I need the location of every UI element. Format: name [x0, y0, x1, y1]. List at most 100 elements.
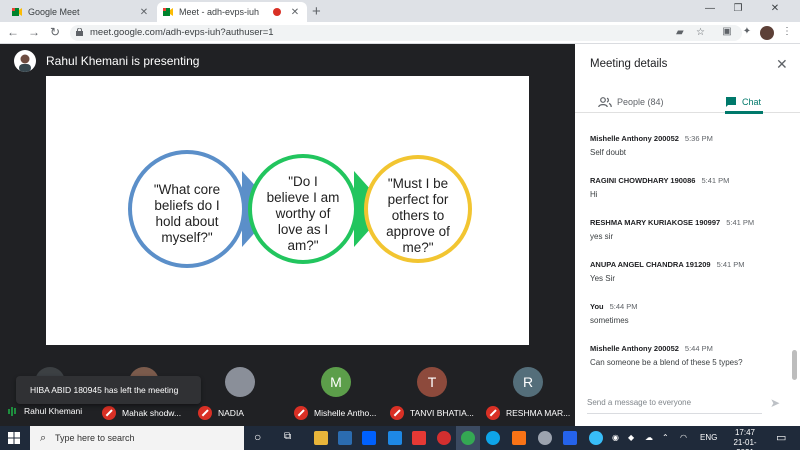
app-icon-3[interactable]: [538, 431, 552, 445]
edge-icon[interactable]: [486, 431, 500, 445]
app-icon-4[interactable]: [589, 431, 603, 445]
slide-graphic: "What core beliefs do Ihold about myself?"…: [128, 150, 472, 268]
tab-close-icon[interactable]: ✕: [138, 7, 150, 18]
extensions-puzzle-icon[interactable]: ✦: [740, 26, 754, 40]
app-icon[interactable]: [388, 431, 402, 445]
tray-icon[interactable]: ◉: [612, 433, 619, 442]
message-text: Can someone be a blend of these 5 types?: [590, 358, 743, 367]
bookmark-star-icon[interactable]: ☆: [696, 27, 705, 38]
opera-icon[interactable]: [437, 431, 451, 445]
wifi-icon[interactable]: ◠: [680, 433, 687, 442]
chat-message: RAGINI CHOWDHARY 190086 5:41 PM Hi: [590, 176, 785, 199]
show-hidden-icons-icon[interactable]: ⌃: [662, 433, 669, 442]
mail-icon[interactable]: [412, 431, 426, 445]
participant-tile[interactable]: T: [406, 367, 458, 397]
avatar: [225, 367, 255, 397]
message-text: yes sir: [590, 232, 614, 241]
participant-name: Rahul Khemani: [24, 406, 83, 416]
tab-chat[interactable]: Chat: [725, 93, 761, 111]
message-text: sometimes: [590, 316, 629, 325]
message-text: Yes Sir: [590, 274, 616, 283]
compose-underline: [587, 413, 762, 414]
chrome-icon[interactable]: [461, 431, 475, 445]
participant-tile[interactable]: R: [502, 367, 554, 397]
message-time: 5:44 PM: [684, 344, 713, 353]
message-sender: RAGINI CHOWDHARY 190086: [590, 176, 696, 185]
presenter-header: Rahul Khemani is presenting: [14, 50, 199, 72]
participant-name: TANVI BHATIA...: [410, 408, 474, 418]
participant-name: RESHMA MAR...: [506, 408, 571, 418]
message-text: Self doubt: [590, 148, 627, 157]
language-indicator[interactable]: ENG: [700, 433, 717, 442]
mic-muted-icon: [198, 406, 212, 420]
file-explorer-icon[interactable]: [314, 431, 328, 445]
participant-names-row: Rahul Khemani Mahak shodw... NADIA Mishe…: [0, 403, 575, 423]
message-time: 5:41 PM: [726, 218, 755, 227]
notifications-icon[interactable]: ▭: [776, 431, 786, 444]
task-view-icon[interactable]: ⧉: [284, 431, 291, 442]
avatar: T: [417, 367, 447, 397]
taskbar-search[interactable]: ⌕ Type here to search: [30, 426, 244, 450]
avatar: R: [513, 367, 543, 397]
system-clock[interactable]: 17:47 21-01-2021: [725, 428, 765, 450]
left-meeting-toast: HIBA ABID 180945 has left the meeting: [16, 376, 201, 404]
tab-title: Google Meet: [28, 7, 80, 17]
clock-date: 21-01-2021: [733, 438, 757, 450]
close-window-icon[interactable]: ✕: [765, 3, 785, 14]
tray-icon[interactable]: ◆: [628, 433, 634, 442]
participant-name-item: TANVI BHATIA...: [390, 406, 474, 420]
tab-people[interactable]: People (84): [598, 93, 664, 111]
cortana-icon[interactable]: ○: [254, 430, 261, 444]
browser-tab-google-meet[interactable]: Google Meet ✕: [6, 2, 156, 22]
forward-icon[interactable]: →: [27, 25, 41, 39]
minimize-icon[interactable]: —: [700, 3, 720, 14]
taskbar-search-placeholder: Type here to search: [55, 433, 135, 443]
store-icon[interactable]: [338, 431, 352, 445]
url-text: meet.google.com/adh-evps-iuh?authuser=1: [90, 27, 274, 38]
chat-message: Mishelle Anthony 200052 5:44 PM Can someo…: [590, 344, 785, 367]
close-panel-icon[interactable]: ✕: [776, 56, 788, 73]
dropbox-icon[interactable]: [362, 431, 376, 445]
mic-muted-icon: [102, 406, 116, 420]
app-icon-2[interactable]: [512, 431, 526, 445]
onedrive-icon[interactable]: ☁: [645, 433, 653, 442]
message-sender: Mishelle Anthony 200052: [590, 134, 679, 143]
message-sender: You: [590, 302, 604, 311]
windows-start-icon[interactable]: [8, 432, 20, 444]
meeting-details-panel: Meeting details ✕ People (84) Chat Mishe…: [575, 44, 800, 426]
windows-taskbar: ⌕ Type here to search ○ ⧉ ◉ ◆ ☁ ⌃ ◠ ENG …: [0, 426, 800, 450]
extension-icon[interactable]: ▣: [720, 26, 734, 40]
participant-name-item: Mishelle Antho...: [294, 406, 376, 420]
profile-avatar[interactable]: [760, 26, 774, 40]
participant-name-item: Mahak shodw...: [102, 406, 181, 420]
word-icon[interactable]: [563, 431, 577, 445]
message-time: 5:36 PM: [684, 134, 713, 143]
participant-name: Mahak shodw...: [122, 408, 182, 418]
active-tab-indicator: [725, 111, 763, 114]
message-sender: Mishelle Anthony 200052: [590, 344, 679, 353]
participant-name-item: Rahul Khemani: [8, 406, 82, 416]
mic-muted-icon: [486, 406, 500, 420]
participant-tile[interactable]: [214, 367, 266, 397]
back-icon[interactable]: ←: [6, 25, 20, 39]
panel-title: Meeting details: [590, 58, 668, 70]
message-time: 5:44 PM: [609, 302, 638, 311]
restore-icon[interactable]: ❐: [728, 3, 748, 14]
mic-muted-icon: [294, 406, 308, 420]
message-time: 5:41 PM: [716, 260, 745, 269]
camera-icon[interactable]: ▰: [676, 27, 684, 38]
menu-kebab-icon[interactable]: ⋮: [780, 26, 794, 40]
chat-scrollbar[interactable]: [792, 350, 797, 380]
participant-tile[interactable]: M: [310, 367, 362, 397]
participant-name: Mishelle Antho...: [314, 408, 377, 418]
send-icon[interactable]: ➤: [770, 396, 780, 410]
presentation-stage: Rahul Khemani is presenting "What core be…: [0, 44, 575, 346]
chat-compose[interactable]: Send a message to everyone ➤: [587, 394, 787, 414]
new-tab-icon[interactable]: +: [312, 3, 321, 20]
tab-close-icon[interactable]: ✕: [289, 7, 301, 18]
chat-input[interactable]: Send a message to everyone: [587, 398, 691, 407]
address-bar[interactable]: meet.google.com/adh-evps-iuh?authuser=1 …: [70, 25, 742, 41]
message-sender: RESHMA MARY KURIAKOSE 190997: [590, 218, 721, 227]
browser-tab-meet-call[interactable]: Meet - adh-evps-iuh ✕: [157, 2, 307, 22]
reload-icon[interactable]: ↻: [48, 25, 62, 39]
